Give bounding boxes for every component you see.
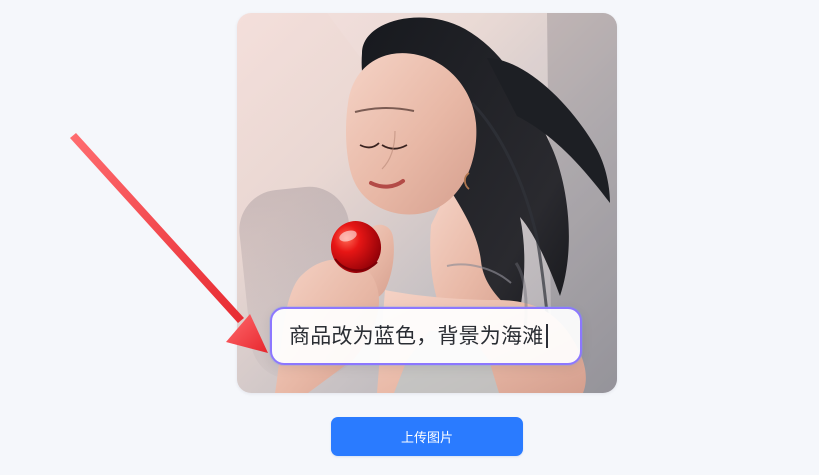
image-editor-page: 商品改为蓝色，背景为海滩 上传图片: [0, 0, 819, 475]
edit-prompt-text: 商品改为蓝色，背景为海滩: [289, 323, 544, 348]
upload-image-button[interactable]: 上传图片: [331, 417, 523, 456]
text-caret: [546, 324, 548, 348]
edit-prompt-input[interactable]: 商品改为蓝色，背景为海滩: [270, 307, 582, 365]
